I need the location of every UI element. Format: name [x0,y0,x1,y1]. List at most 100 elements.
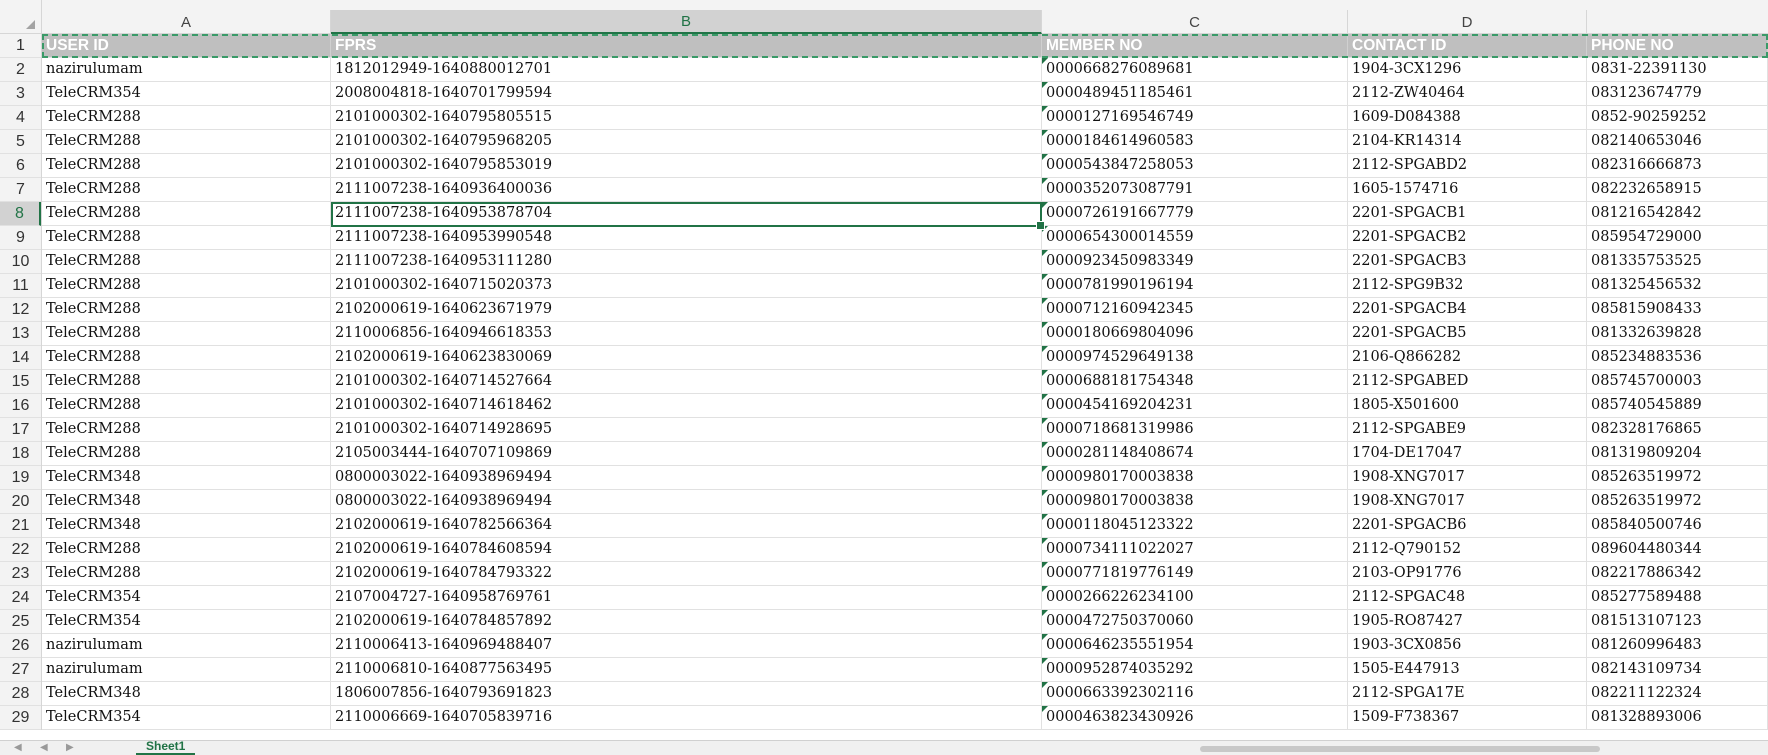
row-number[interactable]: 3 [0,82,41,106]
member-no-cell[interactable]: 0000980170003838 [1042,466,1348,489]
phone-no-cell[interactable]: 081325456532 [1587,274,1768,297]
phone-no-cell[interactable]: 081260996483 [1587,634,1768,657]
user-id-cell[interactable]: nazirulumam [42,658,331,681]
member-no-cell[interactable]: 0000463823430926 [1042,706,1348,729]
user-id-cell[interactable]: TeleCRM288 [42,370,331,393]
row-number[interactable]: 19 [0,466,41,490]
row-number[interactable]: 16 [0,394,41,418]
user-id-cell[interactable]: TeleCRM348 [42,466,331,489]
next-sheet-arrow-icon[interactable]: ▶ [66,742,74,753]
member-no-cell[interactable]: 0000184614960583 [1042,130,1348,153]
member-no-cell[interactable]: 0000781990196194 [1042,274,1348,297]
user-id-cell[interactable]: TeleCRM288 [42,298,331,321]
row-number[interactable]: 24 [0,586,41,610]
phone-no-cell[interactable]: 085263519972 [1587,490,1768,513]
user-id-cell[interactable]: TeleCRM348 [42,490,331,513]
user-id-cell[interactable]: nazirulumam [42,58,331,81]
horizontal-scrollbar[interactable] [1200,746,1600,752]
row-number[interactable]: 13 [0,322,41,346]
user-id-cell[interactable]: TeleCRM288 [42,250,331,273]
header-cell-member-no[interactable]: MEMBER NO [1042,34,1348,57]
row-number[interactable]: 27 [0,658,41,682]
contact-id-cell[interactable]: 1505-E447913 [1348,658,1587,681]
header-cell-contact-id[interactable]: CONTACT ID [1348,34,1587,57]
phone-no-cell[interactable]: 083123674779 [1587,82,1768,105]
member-no-cell[interactable]: 0000952874035292 [1042,658,1348,681]
fprs-cell[interactable]: 2101000302-1640714527664 [331,370,1042,393]
contact-id-cell[interactable]: 2112-SPGABE9 [1348,418,1587,441]
fprs-cell[interactable]: 2102000619-1640623671979 [331,298,1042,321]
phone-no-cell[interactable]: 082328176865 [1587,418,1768,441]
fprs-cell[interactable]: 2102000619-1640782566364 [331,514,1042,537]
phone-no-cell[interactable]: 082232658915 [1587,178,1768,201]
user-id-cell[interactable]: TeleCRM354 [42,610,331,633]
member-no-cell[interactable]: 0000980170003838 [1042,490,1348,513]
contact-id-cell[interactable]: 2104-KR14314 [1348,130,1587,153]
contact-id-cell[interactable]: 2112-ZW40464 [1348,82,1587,105]
user-id-cell[interactable]: TeleCRM288 [42,394,331,417]
fprs-cell[interactable]: 2102000619-1640784857892 [331,610,1042,633]
fprs-cell[interactable]: 2110006856-1640946618353 [331,322,1042,345]
contact-id-cell[interactable]: 1905-RO87427 [1348,610,1587,633]
header-cell-phone-no[interactable]: PHONE NO [1587,34,1768,57]
member-no-cell[interactable]: 0000712160942345 [1042,298,1348,321]
member-no-cell[interactable]: 0000281148408674 [1042,442,1348,465]
contact-id-cell[interactable]: 2112-SPGABD2 [1348,154,1587,177]
phone-no-cell[interactable]: 085263519972 [1587,466,1768,489]
select-all-corner[interactable] [0,0,42,34]
column-header-a[interactable]: A [42,10,331,34]
phone-no-cell[interactable]: 082217886342 [1587,562,1768,585]
member-no-cell[interactable]: 0000127169546749 [1042,106,1348,129]
fprs-cell[interactable]: 2102000619-1640623830069 [331,346,1042,369]
fprs-cell[interactable]: 2107004727-1640958769761 [331,586,1042,609]
contact-id-cell[interactable]: 2201-SPGACB3 [1348,250,1587,273]
user-id-cell[interactable]: TeleCRM354 [42,706,331,729]
member-no-cell[interactable]: 0000668276089681 [1042,58,1348,81]
row-number[interactable]: 29 [0,706,41,730]
phone-no-cell[interactable]: 085234883536 [1587,346,1768,369]
row-number[interactable]: 28 [0,682,41,706]
member-no-cell[interactable]: 0000118045123322 [1042,514,1348,537]
fprs-cell[interactable]: 2102000619-1640784793322 [331,562,1042,585]
column-header-b[interactable]: B [331,10,1042,34]
row-number[interactable]: 23 [0,562,41,586]
user-id-cell[interactable]: TeleCRM348 [42,682,331,705]
row-number[interactable]: 20 [0,490,41,514]
fprs-cell[interactable]: 2101000302-1640714928695 [331,418,1042,441]
member-no-cell[interactable]: 0000718681319986 [1042,418,1348,441]
header-cell-user-id[interactable]: USER ID [42,34,331,57]
member-no-cell[interactable]: 0000974529649138 [1042,346,1348,369]
contact-id-cell[interactable]: 1609-D084388 [1348,106,1587,129]
phone-no-cell[interactable]: 0831-22391130 [1587,58,1768,81]
phone-no-cell[interactable]: 081319809204 [1587,442,1768,465]
fprs-cell[interactable]: 2110006413-1640969488407 [331,634,1042,657]
member-no-cell[interactable]: 0000654300014559 [1042,226,1348,249]
member-no-cell[interactable]: 0000543847258053 [1042,154,1348,177]
user-id-cell[interactable]: TeleCRM288 [42,346,331,369]
user-id-cell[interactable]: TeleCRM288 [42,154,331,177]
row-number[interactable]: 5 [0,130,41,154]
member-no-cell[interactable]: 0000266226234100 [1042,586,1348,609]
phone-no-cell[interactable]: 085277589488 [1587,586,1768,609]
phone-no-cell[interactable]: 085740545889 [1587,394,1768,417]
member-no-cell[interactable]: 0000472750370060 [1042,610,1348,633]
member-no-cell[interactable]: 0000489451185461 [1042,82,1348,105]
row-number[interactable]: 2 [0,58,41,82]
fprs-cell[interactable]: 2102000619-1640784608594 [331,538,1042,561]
fprs-cell[interactable]: 1806007856-1640793691823 [331,682,1042,705]
user-id-cell[interactable]: TeleCRM354 [42,586,331,609]
user-id-cell[interactable]: TeleCRM348 [42,514,331,537]
contact-id-cell[interactable]: 1605-1574716 [1348,178,1587,201]
member-no-cell[interactable]: 0000180669804096 [1042,322,1348,345]
row-number[interactable]: 9 [0,226,41,250]
fprs-cell[interactable]: 2101000302-1640715020373 [331,274,1042,297]
row-number[interactable]: 12 [0,298,41,322]
user-id-cell[interactable]: TeleCRM354 [42,82,331,105]
contact-id-cell[interactable]: 2201-SPGACB1 [1348,202,1587,225]
user-id-cell[interactable]: TeleCRM288 [42,130,331,153]
contact-id-cell[interactable]: 1908-XNG7017 [1348,490,1587,513]
contact-id-cell[interactable]: 2112-SPGA17E [1348,682,1587,705]
user-id-cell[interactable]: TeleCRM288 [42,442,331,465]
user-id-cell[interactable]: TeleCRM288 [42,322,331,345]
user-id-cell[interactable]: TeleCRM288 [42,274,331,297]
